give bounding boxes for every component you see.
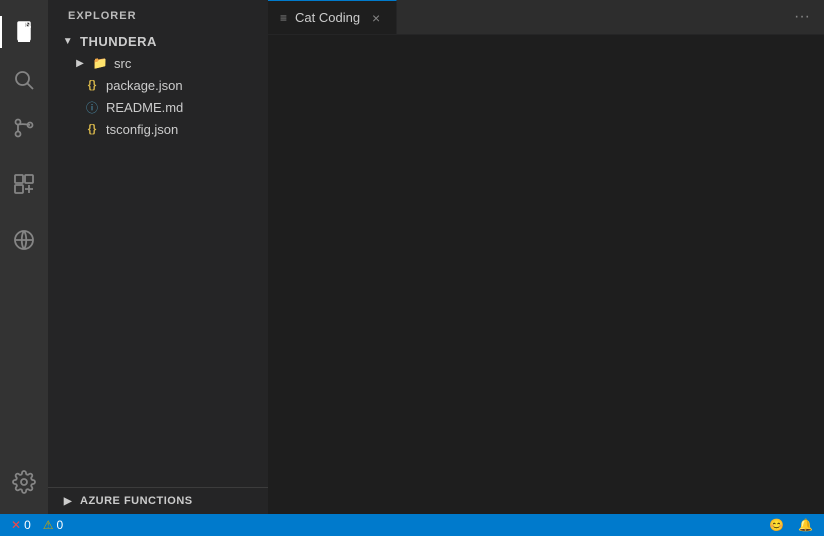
- files-icon: [12, 20, 36, 44]
- sidebar-content: THUNDERA ▶ 📁 src {} package.json ⓘ READM…: [48, 30, 268, 487]
- tab-label: Cat Coding: [295, 10, 360, 25]
- package-json-label: package.json: [106, 78, 183, 93]
- tsconfig-json-label: tsconfig.json: [106, 122, 178, 137]
- folder-item-src[interactable]: ▶ 📁 src: [48, 52, 268, 74]
- tab-icon: ≡: [280, 11, 287, 25]
- more-actions-icon: ···: [794, 8, 810, 26]
- error-count: 0: [24, 518, 31, 532]
- package-json-icon: {}: [84, 77, 100, 93]
- file-item-tsconfig-json[interactable]: {} tsconfig.json: [48, 118, 268, 140]
- warning-icon: ⚠: [43, 518, 54, 532]
- status-bell[interactable]: 🔔: [795, 518, 816, 532]
- activity-bar-item-extensions[interactable]: [0, 160, 48, 208]
- editor-area: ≡ Cat Coding × ···: [268, 0, 824, 514]
- file-item-readme-md[interactable]: ⓘ README.md: [48, 96, 268, 118]
- tab-cat-coding[interactable]: ≡ Cat Coding ×: [268, 0, 397, 34]
- bell-icon: 🔔: [798, 518, 813, 532]
- status-smiley[interactable]: 😊: [766, 518, 787, 532]
- error-icon: ✕: [11, 518, 21, 532]
- azure-functions-section: AZURE FUNCTIONS: [48, 487, 268, 514]
- activity-bar-item-explorer[interactable]: [0, 8, 48, 56]
- more-actions-button[interactable]: ···: [788, 3, 816, 31]
- activity-bar-item-source-control[interactable]: [0, 104, 48, 152]
- azure-chevron: [60, 493, 76, 509]
- src-folder-icon: 📁: [92, 55, 108, 71]
- status-bar: ✕ 0 ⚠ 0 😊 🔔: [0, 514, 824, 536]
- tsconfig-json-icon: {}: [84, 121, 100, 137]
- status-bar-right: 😊 🔔: [766, 518, 816, 532]
- remote-icon: [12, 228, 36, 252]
- tab-bar: ≡ Cat Coding × ···: [268, 0, 824, 35]
- smiley-icon: 😊: [769, 518, 784, 532]
- search-icon: [12, 68, 36, 92]
- activity-bar-item-settings[interactable]: [0, 458, 48, 506]
- tab-close-button[interactable]: ×: [368, 10, 384, 26]
- project-folder-header[interactable]: THUNDERA: [48, 30, 268, 52]
- status-bar-left: ✕ 0 ⚠ 0: [8, 518, 66, 532]
- sidebar: Explorer THUNDERA ▶ 📁 src {} package.jso…: [48, 0, 268, 514]
- file-item-package-json[interactable]: {} package.json: [48, 74, 268, 96]
- status-warnings[interactable]: ⚠ 0: [40, 518, 66, 532]
- azure-functions-header[interactable]: AZURE FUNCTIONS: [48, 488, 268, 514]
- editor-content: [268, 35, 824, 514]
- sidebar-header: Explorer: [48, 0, 268, 30]
- readme-md-label: README.md: [106, 100, 183, 115]
- project-name: THUNDERA: [80, 34, 157, 49]
- status-errors[interactable]: ✕ 0: [8, 518, 34, 532]
- activity-bar-item-search[interactable]: [0, 56, 48, 104]
- settings-icon: [12, 470, 36, 494]
- source-control-icon: [12, 116, 36, 140]
- extensions-icon: [12, 172, 36, 196]
- azure-label: AZURE FUNCTIONS: [80, 495, 193, 507]
- tab-bar-actions: ···: [788, 0, 824, 34]
- src-label: src: [114, 56, 131, 71]
- project-chevron: [60, 33, 76, 49]
- readme-md-icon: ⓘ: [84, 99, 100, 115]
- src-chevron: ▶: [72, 55, 88, 71]
- warning-count: 0: [57, 518, 64, 532]
- activity-bar: [0, 0, 48, 514]
- app-container: Explorer THUNDERA ▶ 📁 src {} package.jso…: [0, 0, 824, 514]
- activity-bar-item-remote[interactable]: [0, 216, 48, 264]
